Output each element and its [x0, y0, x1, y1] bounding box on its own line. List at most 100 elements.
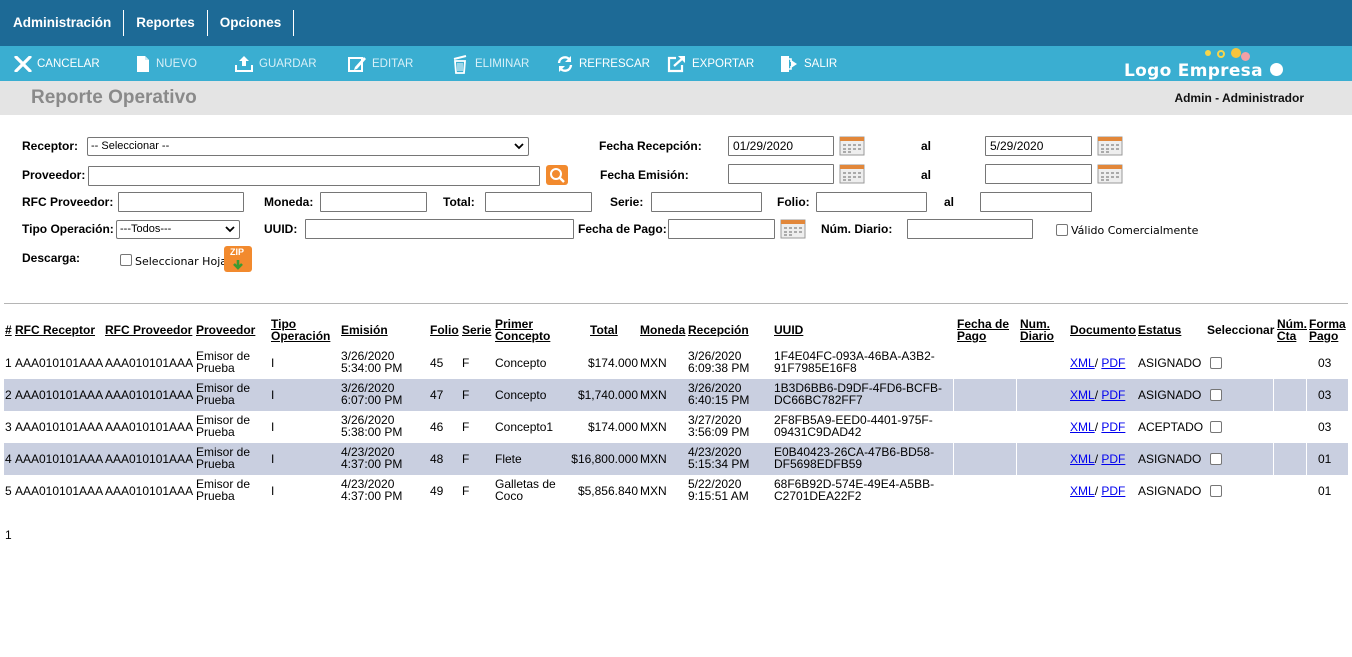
moneda-input[interactable] — [320, 192, 427, 212]
exit-button[interactable]: SALIR — [779, 46, 837, 81]
row-select-checkbox[interactable] — [1210, 357, 1222, 369]
xml-link[interactable]: XML — [1070, 420, 1095, 434]
col-estatus[interactable]: Estatus — [1138, 324, 1181, 336]
pdf-link[interactable]: PDF — [1101, 356, 1125, 370]
tipo-operacion-select[interactable]: ---Todos--- — [116, 220, 240, 239]
row-select-checkbox[interactable] — [1210, 485, 1222, 497]
row-tipo: I — [271, 452, 275, 466]
row-select-checkbox[interactable] — [1210, 453, 1222, 465]
row-estatus: ASIGNADO — [1138, 356, 1202, 370]
fecha-emision-to-input[interactable] — [985, 164, 1092, 184]
col-moneda[interactable]: Moneda — [640, 324, 685, 336]
calendar-icon[interactable] — [839, 136, 865, 156]
row-folio: 45 — [430, 356, 444, 370]
col-total[interactable]: Total — [590, 324, 618, 336]
cell-separator — [953, 443, 954, 475]
col-forma-pago[interactable]: Forma Pago — [1309, 318, 1346, 342]
row-tipo: I — [271, 356, 275, 370]
new-button[interactable]: NUEVO — [135, 46, 197, 81]
calendar-icon[interactable] — [1097, 136, 1123, 156]
col-primer-concepto[interactable]: Primer Concepto — [495, 318, 550, 342]
col-rfc-proveedor[interactable]: RFC Proveedor — [105, 324, 192, 336]
row-select-checkbox[interactable] — [1210, 421, 1222, 433]
pdf-link[interactable]: PDF — [1101, 420, 1125, 434]
save-button[interactable]: GUARDAR — [234, 46, 317, 81]
col-tipo-operacion[interactable]: Tipo Operación — [271, 318, 330, 342]
col-folio[interactable]: Folio — [430, 324, 459, 336]
row-recepcion-time: 6:40:15 PM — [688, 393, 750, 407]
row-concepto-line2: Coco — [495, 489, 524, 503]
fecha-emision-from-input[interactable] — [728, 164, 834, 184]
page-number-1[interactable]: 1 — [5, 528, 12, 542]
logo-dot — [1241, 52, 1250, 61]
company-logo: Logo Empresa — [1124, 48, 1284, 81]
row-recepcion-time: 3:56:09 PM — [688, 425, 750, 439]
seleccionar-hoja-label: Seleccionar Hoja — [135, 255, 227, 268]
col-uuid[interactable]: UUID — [774, 324, 803, 336]
link-separator: / — [1094, 388, 1099, 402]
serie-input[interactable] — [651, 192, 762, 212]
col-documento[interactable]: Documento — [1070, 324, 1136, 336]
rfc-proveedor-input[interactable] — [118, 192, 244, 212]
row-concepto: Galletas de Coco — [495, 478, 556, 502]
pdf-link[interactable]: PDF — [1101, 388, 1125, 402]
row-select-checkbox[interactable] — [1210, 389, 1222, 401]
xml-link[interactable]: XML — [1070, 388, 1095, 402]
row-total: $174.000 — [587, 420, 638, 434]
cancel-button[interactable]: CANCELAR — [14, 46, 100, 81]
col-recepcion[interactable]: Recepción — [688, 324, 749, 336]
upload-save-icon — [235, 55, 253, 72]
calendar-icon[interactable] — [839, 164, 865, 184]
fecha-recepcion-to-input[interactable]: 5/29/2020 — [985, 136, 1092, 156]
row-concepto-line1: Concepto — [495, 356, 547, 370]
uuid-input[interactable] — [305, 219, 574, 239]
col-fecha-pago[interactable]: Fecha de Pago — [957, 318, 1009, 342]
valido-comercialmente-checkbox[interactable] — [1056, 224, 1068, 236]
pdf-link[interactable]: PDF — [1101, 452, 1125, 466]
calendar-icon[interactable] — [1097, 164, 1123, 184]
menu-reportes[interactable]: Reportes — [124, 10, 208, 36]
pdf-link[interactable]: PDF — [1101, 484, 1125, 498]
link-separator: / — [1094, 484, 1099, 498]
col-emision[interactable]: Emisión — [341, 324, 388, 336]
delete-button[interactable]: ELIMINAR — [450, 46, 529, 81]
row-moneda: MXN — [640, 484, 667, 498]
total-input[interactable] — [485, 192, 592, 212]
main-menu: Administración Reportes Opciones — [0, 10, 295, 36]
row-estatus: ASIGNADO — [1138, 388, 1202, 402]
col-num-diario[interactable]: Num. Diario — [1020, 318, 1054, 342]
proveedor-input[interactable] — [88, 166, 540, 186]
xml-link[interactable]: XML — [1070, 356, 1095, 370]
xml-link[interactable]: XML — [1070, 452, 1095, 466]
row-recepcion-time: 6:09:38 PM — [688, 361, 750, 375]
col-proveedor[interactable]: Proveedor — [196, 324, 255, 336]
folio-to-input[interactable] — [980, 192, 1092, 212]
row-emision-time: 6:07:00 PM — [341, 393, 403, 407]
seleccionar-hoja-checkbox[interactable] — [120, 254, 132, 266]
row-rfc-proveedor: AAA010101AAA — [105, 452, 194, 466]
col-rfc-receptor[interactable]: RFC Receptor — [15, 324, 95, 336]
row-concepto-line1: Flete — [495, 452, 522, 466]
xml-link[interactable]: XML — [1070, 484, 1095, 498]
menu-opciones[interactable]: Opciones — [208, 10, 295, 36]
export-button[interactable]: EXPORTAR — [667, 46, 754, 81]
menu-administracion[interactable]: Administración — [0, 10, 125, 36]
num-diario-input[interactable] — [907, 219, 1033, 239]
refresh-label: REFRESCAR — [579, 57, 650, 70]
zip-download-button[interactable]: ZIP — [224, 246, 252, 272]
col-num-cta[interactable]: Núm. Cta — [1277, 318, 1307, 342]
refresh-button[interactable]: REFRESCAR — [556, 46, 650, 81]
fecha-pago-input[interactable] — [668, 219, 775, 239]
search-icon[interactable] — [546, 165, 568, 185]
edit-button[interactable]: EDITAR — [347, 46, 413, 81]
fecha-recepcion-from-input[interactable]: 01/29/2020 — [728, 136, 834, 156]
calendar-icon[interactable] — [780, 219, 806, 239]
col-serie[interactable]: Serie — [462, 324, 491, 336]
row-uuid: E0B40423-26CA-47B6-BD58- DF5698EDFB59 — [774, 446, 934, 470]
cell-separator — [1016, 379, 1017, 411]
chevron-down-icon — [514, 143, 524, 150]
col-num[interactable]: # — [5, 324, 12, 336]
row-emision-time: 5:38:00 PM — [341, 425, 403, 439]
folio-from-input[interactable] — [816, 192, 927, 212]
receptor-select[interactable]: -- Seleccionar -- — [87, 137, 529, 156]
